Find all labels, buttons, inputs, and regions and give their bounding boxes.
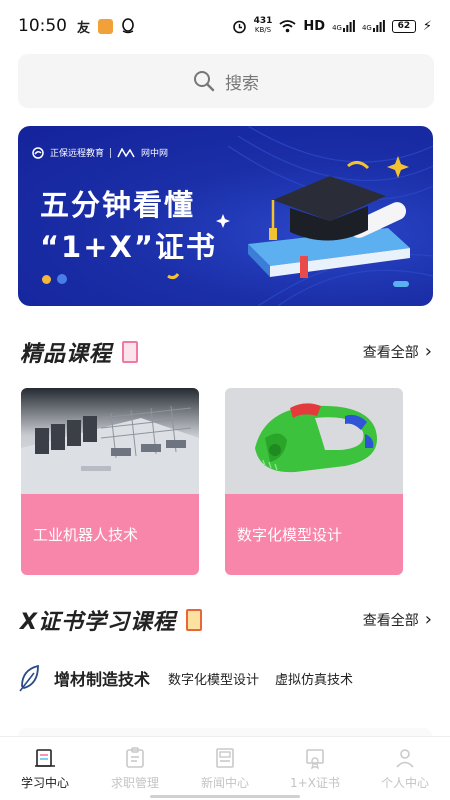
promo-banner[interactable]: 正保远程教育 网中网 五分钟看懂 “1+X”证书 <box>18 126 433 306</box>
nav-certificate[interactable]: 1+X证书 <box>270 737 360 800</box>
x-courses-see-all-link[interactable]: 查看全部 › <box>363 610 432 630</box>
course-label: 工业机器人技术 <box>21 494 199 575</box>
featured-see-all-link[interactable]: 查看全部 › <box>363 342 432 362</box>
nav-news-center[interactable]: 新闻中心 <box>180 737 270 800</box>
course-card-digital-model[interactable]: 数字化模型设计 <box>225 388 403 575</box>
x-courses-section-header: X证书学习课程 查看全部 › <box>18 604 432 636</box>
book-icon <box>185 609 202 631</box>
job-icon <box>126 747 144 768</box>
banner-subheadline: “1+X”证书 <box>40 230 217 264</box>
net-speed: 431 KB/S <box>253 16 273 35</box>
tab-digital-model-design[interactable]: 数字化模型设计 <box>168 669 259 688</box>
wangzhongwang-logo-icon <box>117 147 135 157</box>
qq-icon <box>122 18 134 34</box>
study-center-icon <box>35 749 55 767</box>
profile-icon <box>396 749 414 768</box>
chevron-right-icon: › <box>424 609 432 630</box>
nav-profile[interactable]: 个人中心 <box>360 737 450 800</box>
zhengbao-logo-icon <box>32 146 44 159</box>
charging-icon: ⚡ <box>422 18 432 34</box>
nav-study-center[interactable]: 学习中心 <box>0 737 90 800</box>
sim1-signal: 4G <box>332 20 355 32</box>
tab-virtual-simulation[interactable]: 虚拟仿真技术 <box>275 669 353 688</box>
home-indicator[interactable] <box>150 795 300 798</box>
nav-job-management[interactable]: 求职管理 <box>90 737 180 800</box>
status-time: 10:50 <box>18 16 67 36</box>
search-placeholder: 搜索 <box>225 73 259 94</box>
factory-image <box>21 388 199 494</box>
tab-additive-manufacturing[interactable]: 增材制造技术 <box>52 666 153 692</box>
banner-logos: 正保远程教育 网中网 <box>32 146 168 159</box>
sim2-signal: 4G <box>362 20 385 32</box>
banner-headline: 五分钟看懂 <box>40 188 196 222</box>
chevron-right-icon: › <box>424 341 432 362</box>
notification-icons: 友 <box>77 17 135 36</box>
bottom-nav: 学习中心 求职管理 新闻中心 1+X证书 个人中心 <box>0 736 450 800</box>
feather-icon <box>19 664 39 692</box>
shop-notification-icon <box>98 18 114 34</box>
featured-title: 精品课程 <box>17 336 112 368</box>
certificate-icon <box>306 749 324 770</box>
featured-section-header: 精品课程 查看全部 › <box>17 336 432 368</box>
status-bar: 10:50 友 431 KB/S HD 4G 4G 62 ⚡ <box>0 0 450 52</box>
3d-model-image <box>225 388 403 494</box>
system-icons: 431 KB/S HD 4G 4G 62 ⚡ <box>232 17 432 35</box>
alarm-icon <box>232 20 246 33</box>
news-icon <box>216 748 234 768</box>
course-label: 数字化模型设计 <box>225 494 403 575</box>
app-notification-icon: 友 <box>77 20 91 36</box>
x-courses-title: X证书学习课程 <box>18 604 176 636</box>
hd-indicator: HD <box>303 18 326 34</box>
search-bar[interactable]: 搜索 <box>18 54 434 108</box>
search-icon <box>194 71 215 92</box>
course-card-robotics[interactable]: 工业机器人技术 <box>21 388 199 575</box>
book-icon <box>122 341 139 363</box>
x-course-tabs: 增材制造技术 数字化模型设计 虚拟仿真技术 <box>18 660 438 696</box>
wifi-icon <box>279 19 296 32</box>
battery-icon: 62 <box>391 19 416 33</box>
banner-indicator <box>42 274 67 284</box>
